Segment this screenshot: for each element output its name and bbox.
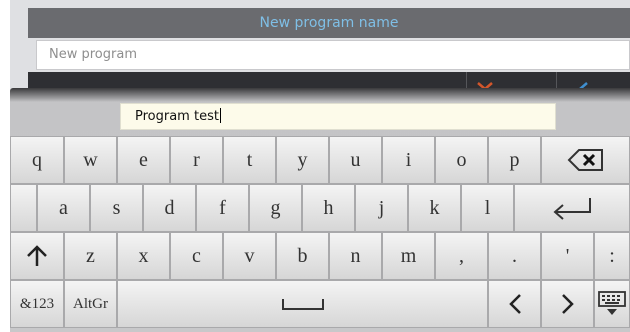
- key-b[interactable]: b: [276, 232, 329, 280]
- key-f[interactable]: f: [196, 184, 249, 232]
- key-m[interactable]: m: [382, 232, 435, 280]
- key-colon[interactable]: :: [594, 232, 630, 280]
- key-r[interactable]: r: [170, 136, 223, 184]
- key-o[interactable]: o: [435, 136, 488, 184]
- keyboard-hide-icon: [598, 291, 626, 315]
- key-e[interactable]: e: [117, 136, 170, 184]
- cursor-right-key[interactable]: [541, 280, 594, 328]
- key-c[interactable]: c: [170, 232, 223, 280]
- shift-up-arrow-icon: [27, 245, 47, 266]
- key-s[interactable]: s: [90, 184, 143, 232]
- on-screen-keyboard: Program test q w e r t y u i o p a s d f…: [10, 88, 630, 332]
- key-v[interactable]: v: [223, 232, 276, 280]
- hide-keyboard-key[interactable]: [594, 280, 630, 328]
- enter-icon: [553, 198, 591, 220]
- program-name-field[interactable]: New program: [36, 40, 630, 70]
- backspace-icon: [567, 149, 603, 171]
- key-n[interactable]: n: [329, 232, 382, 280]
- key-l[interactable]: l: [461, 184, 514, 232]
- shift-key[interactable]: [10, 232, 64, 280]
- key-w[interactable]: w: [64, 136, 117, 184]
- altgr-key[interactable]: AltGr: [64, 280, 117, 328]
- chevron-left-icon: [508, 294, 521, 314]
- cursor-left-key[interactable]: [488, 280, 541, 328]
- keyboard-input-value: Program test: [135, 109, 219, 124]
- key-i[interactable]: i: [382, 136, 435, 184]
- space-bar-icon: [281, 299, 324, 310]
- key-period[interactable]: .: [488, 232, 541, 280]
- keyboard-text-input[interactable]: Program test: [120, 103, 556, 130]
- text-caret: [219, 108, 221, 123]
- key-z[interactable]: z: [64, 232, 117, 280]
- backspace-key[interactable]: [541, 136, 630, 184]
- key-q[interactable]: q: [10, 136, 64, 184]
- key-blank-left: [10, 184, 37, 232]
- key-t[interactable]: t: [223, 136, 276, 184]
- enter-key[interactable]: [514, 184, 630, 232]
- key-a[interactable]: a: [37, 184, 90, 232]
- space-key[interactable]: [117, 280, 488, 328]
- key-y[interactable]: y: [276, 136, 329, 184]
- key-x[interactable]: x: [117, 232, 170, 280]
- key-d[interactable]: d: [143, 184, 196, 232]
- numbers-symbols-key[interactable]: &123: [10, 280, 64, 328]
- dialog-title: New program name: [259, 15, 399, 31]
- key-j[interactable]: j: [355, 184, 408, 232]
- key-apostrophe[interactable]: ': [541, 232, 594, 280]
- key-h[interactable]: h: [302, 184, 355, 232]
- key-p[interactable]: p: [488, 136, 541, 184]
- dialog-header: New program name: [28, 8, 630, 38]
- key-g[interactable]: g: [249, 184, 302, 232]
- rename-dialog: New program name New program: [10, 0, 630, 100]
- chevron-right-icon: [561, 294, 574, 314]
- key-k[interactable]: k: [408, 184, 461, 232]
- key-comma[interactable]: ,: [435, 232, 488, 280]
- key-u[interactable]: u: [329, 136, 382, 184]
